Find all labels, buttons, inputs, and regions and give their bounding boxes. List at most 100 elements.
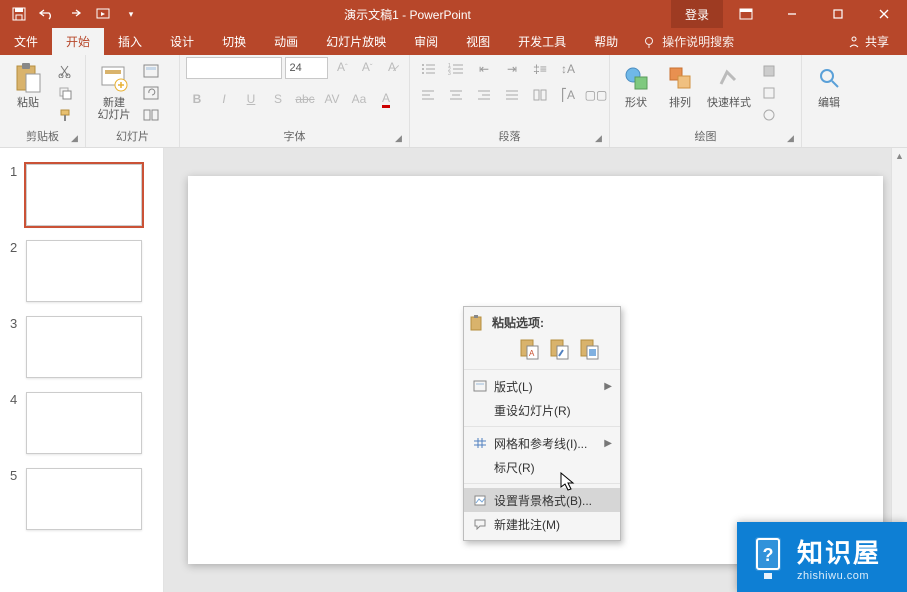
clipboard-dialog-launcher[interactable]: ◢ <box>71 133 83 145</box>
decrease-font-size-button[interactable]: Aˇ <box>356 57 378 77</box>
thumbnail-slide[interactable] <box>26 392 142 454</box>
italic-button[interactable]: I <box>213 89 235 109</box>
bullets-button[interactable] <box>416 59 440 79</box>
increase-font-size-button[interactable]: Aˆ <box>331 57 353 77</box>
bold-button[interactable]: B <box>186 89 208 109</box>
tab-transitions[interactable]: 切换 <box>208 28 260 55</box>
tab-review[interactable]: 审阅 <box>400 28 452 55</box>
tab-animations[interactable]: 动画 <box>260 28 312 55</box>
thumbnail-slide[interactable] <box>26 164 142 226</box>
align-left-button[interactable] <box>416 85 440 105</box>
menu-format-background[interactable]: 设置背景格式(B)... <box>464 488 620 512</box>
font-size-combo[interactable]: 24 <box>285 57 329 79</box>
font-name-combo[interactable] <box>186 57 282 79</box>
paste-button[interactable]: 粘贴 <box>6 57 50 109</box>
find-icon <box>813 61 845 95</box>
submenu-arrow-icon: ▶ <box>604 381 612 392</box>
thumbnail-slide[interactable] <box>26 468 142 530</box>
arrange-button[interactable]: 排列 <box>660 57 700 109</box>
cut-button[interactable] <box>54 61 76 81</box>
tab-slideshow[interactable]: 幻灯片放映 <box>312 28 400 55</box>
underline-button[interactable]: U <box>240 89 262 109</box>
character-spacing-button[interactable]: AV <box>321 89 343 109</box>
editing-button[interactable]: 编辑 <box>808 57 850 109</box>
tab-home[interactable]: 开始 <box>52 28 104 55</box>
ribbon-display-options-button[interactable] <box>723 0 769 28</box>
smartart-button[interactable]: ▢▢ <box>584 85 608 105</box>
quick-styles-button[interactable]: 快速样式 <box>704 57 754 109</box>
shadow-button[interactable]: S <box>267 89 289 109</box>
start-from-beginning-button[interactable] <box>90 1 116 27</box>
shape-outline-button[interactable] <box>758 83 780 103</box>
text-direction-button[interactable]: ↕A <box>556 59 580 79</box>
align-text-button[interactable]: ⎡A <box>556 85 580 105</box>
justify-button[interactable] <box>500 85 524 105</box>
thumbnail-item[interactable]: 3 <box>0 312 163 388</box>
strikethrough-button[interactable]: abc <box>294 89 316 109</box>
thumbnail-item[interactable]: 5 <box>0 464 163 540</box>
line-spacing-button[interactable]: ‡≡ <box>528 59 552 79</box>
shape-effects-button[interactable] <box>758 105 780 125</box>
minimize-button[interactable] <box>769 0 815 28</box>
group-slides: 新建 幻灯片 幻灯片 <box>86 55 180 147</box>
group-font: 24 Aˆ Aˇ A̷ B I U S abc AV Aa A 字体 ◢ <box>180 55 410 147</box>
drawing-group-label: 绘图 <box>616 130 795 147</box>
format-painter-button[interactable] <box>54 105 76 125</box>
font-color-button[interactable]: A <box>375 89 397 109</box>
scroll-up-icon[interactable]: ▲ <box>892 148 907 164</box>
thumbnail-item[interactable]: 4 <box>0 388 163 464</box>
menu-new-comment[interactable]: 新建批注(M) <box>464 512 620 536</box>
tab-file[interactable]: 文件 <box>0 28 52 55</box>
menu-grid-guides[interactable]: 网格和参考线(I)... ▶ <box>464 431 620 455</box>
tab-insert[interactable]: 插入 <box>104 28 156 55</box>
tell-me-search[interactable]: 操作说明搜索 <box>632 28 744 55</box>
thumbnail-slide[interactable] <box>26 316 142 378</box>
thumbnail-item[interactable]: 2 <box>0 236 163 312</box>
layout-icon <box>470 380 490 392</box>
thumbnail-item[interactable]: 1 <box>0 160 163 236</box>
drawing-dialog-launcher[interactable]: ◢ <box>787 133 799 145</box>
copy-button[interactable] <box>54 83 76 103</box>
reset-button[interactable] <box>140 83 162 103</box>
comment-icon <box>470 518 490 530</box>
title-bar: ▾ 演示文稿1 - PowerPoint 登录 <box>0 0 907 28</box>
shape-fill-button[interactable] <box>758 61 780 81</box>
shapes-button[interactable]: 形状 <box>616 57 656 109</box>
tab-design[interactable]: 设计 <box>156 28 208 55</box>
maximize-button[interactable] <box>815 0 861 28</box>
new-slide-label: 新建 幻灯片 <box>98 97 131 121</box>
numbering-button[interactable]: 123 <box>444 59 468 79</box>
sign-in-button[interactable]: 登录 <box>671 0 723 28</box>
align-right-button[interactable] <box>472 85 496 105</box>
undo-button[interactable] <box>34 1 60 27</box>
tab-view[interactable]: 视图 <box>452 28 504 55</box>
columns-button[interactable] <box>528 85 552 105</box>
menu-reset-slide[interactable]: 重设幻灯片(R) <box>464 398 620 422</box>
save-button[interactable] <box>6 1 32 27</box>
close-button[interactable] <box>861 0 907 28</box>
tab-help[interactable]: 帮助 <box>580 28 632 55</box>
redo-button[interactable] <box>62 1 88 27</box>
new-slide-button[interactable]: 新建 幻灯片 <box>92 57 136 121</box>
menu-layout[interactable]: 版式(L) ▶ <box>464 374 620 398</box>
decrease-indent-button[interactable]: ⇤ <box>472 59 496 79</box>
paste-picture-button[interactable] <box>578 337 600 361</box>
increase-indent-button[interactable]: ⇥ <box>500 59 524 79</box>
align-center-button[interactable] <box>444 85 468 105</box>
change-case-button[interactable]: Aa <box>348 89 370 109</box>
paste-use-destination-theme-button[interactable]: A <box>518 337 540 361</box>
shapes-label: 形状 <box>625 97 647 109</box>
section-button[interactable] <box>140 105 162 125</box>
thumbnail-slide[interactable] <box>26 240 142 302</box>
qat-customize-dropdown[interactable]: ▾ <box>118 1 144 27</box>
tab-developer[interactable]: 开发工具 <box>504 28 580 55</box>
slide-thumbnail-pane[interactable]: 1 2 3 4 5 <box>0 148 164 592</box>
clear-formatting-button[interactable]: A̷ <box>381 57 403 77</box>
font-dialog-launcher[interactable]: ◢ <box>395 133 407 145</box>
paste-keep-source-formatting-button[interactable] <box>548 337 570 361</box>
menu-ruler[interactable]: 标尺(R) <box>464 455 620 479</box>
format-background-icon <box>470 493 490 507</box>
layout-button[interactable] <box>140 61 162 81</box>
paragraph-dialog-launcher[interactable]: ◢ <box>595 133 607 145</box>
share-button[interactable]: 共享 <box>829 28 907 55</box>
